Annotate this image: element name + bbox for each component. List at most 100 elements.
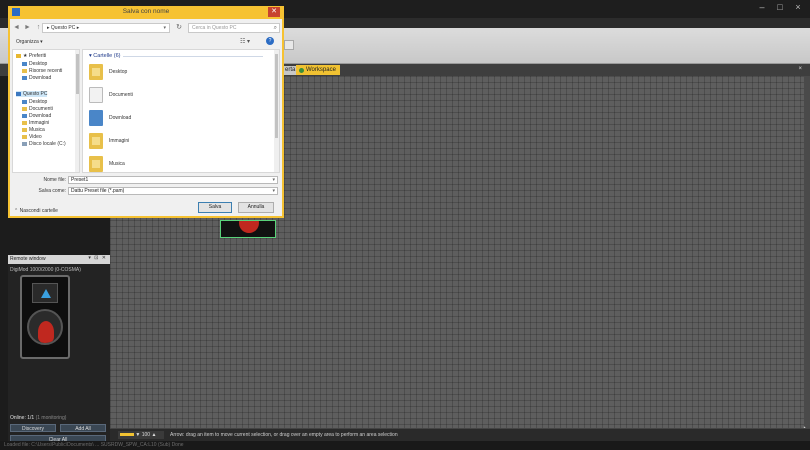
remote-window-header: Remote window ▾ ⊡ ✕: [8, 255, 110, 264]
search-placeholder: Cerca in Questo PC: [192, 25, 237, 31]
dialog-close-button[interactable]: ✕: [268, 7, 280, 17]
folder-icon: [22, 128, 27, 132]
monitoring-count: (1 monitoring): [35, 415, 67, 421]
filetype-label: Salva come:: [38, 188, 66, 194]
nav-music[interactable]: Musica: [22, 127, 45, 133]
workspace-status-icon: [299, 67, 304, 73]
online-count: Online: 1/1: [10, 415, 35, 421]
desktop-icon: [22, 62, 27, 66]
help-icon[interactable]: ?: [266, 37, 274, 45]
content-scrollbar-thumb[interactable]: [275, 54, 278, 138]
online-status: Online: 1/1 (1 monitoring): [10, 415, 66, 421]
nav-pc-download[interactable]: Download: [22, 113, 51, 119]
pictures-folder-icon: [89, 133, 103, 149]
nav-desktop[interactable]: Desktop: [22, 61, 47, 67]
screen: – □ × erta Workspace × ◔ Remote window ▾…: [0, 0, 810, 450]
nav-pc-desktop[interactable]: Desktop: [22, 99, 47, 105]
filename-label: Nome file:: [43, 177, 66, 183]
woofer-red-cone: [38, 321, 54, 343]
window-controls: – □ ×: [756, 2, 804, 12]
dialog-body: ◄ ► ↑ ▸ Questo PC ▸ ▾ ↻ Cerca in Questo …: [10, 19, 282, 216]
documents-folder-icon: [89, 87, 103, 103]
search-input[interactable]: Cerca in Questo PC ⌕: [188, 23, 280, 33]
address-row: ◄ ► ↑ ▸ Questo PC ▸ ▾ ↻ Cerca in Questo …: [12, 22, 280, 34]
zoom-label: ▼ 100 ▲: [135, 432, 157, 438]
workspace-scrollbar[interactable]: [804, 76, 810, 428]
nav-video[interactable]: Video: [22, 134, 42, 140]
workspace-device[interactable]: [220, 220, 276, 238]
group-divider: [123, 56, 263, 57]
tabstrip-close-icon[interactable]: ×: [798, 66, 802, 72]
folder-item[interactable]: Download: [89, 110, 189, 128]
command-bar: Organizza ▾ ☷ ▾ ?: [12, 37, 280, 47]
folder-icon: [22, 107, 27, 111]
status-text: Loaded file: C:\Users\Public\Documents\ …: [4, 442, 184, 448]
hide-folders-toggle[interactable]: ⌃ Nascondi cartelle: [14, 208, 58, 214]
remote-window-controls[interactable]: ▾ ⊡ ✕: [88, 255, 107, 261]
nav-download[interactable]: Download: [22, 75, 51, 81]
save-button[interactable]: Salva: [198, 202, 232, 213]
address-path: ▸ Questo PC ▸: [47, 25, 80, 31]
cancel-button[interactable]: Annulla: [238, 202, 274, 213]
remote-window-panel: Remote window ▾ ⊡ ✕ DigiMod 1000/2000 (0…: [8, 255, 110, 450]
zoom-controls[interactable]: ▼ 100 ▲: [118, 431, 164, 439]
filename-input[interactable]: Preset1 ▾: [68, 176, 278, 184]
maximize-button[interactable]: □: [774, 2, 786, 12]
search-icon: ⌕: [273, 25, 277, 31]
close-app-button[interactable]: ×: [792, 2, 804, 12]
tweeter-arrow-icon: [41, 289, 51, 298]
discovery-button[interactable]: Discovery: [10, 424, 56, 432]
music-folder-icon: [89, 156, 103, 172]
woofer-icon: [27, 309, 63, 345]
nav-scrollbar-thumb[interactable]: [76, 54, 79, 94]
nav-local-disk[interactable]: Disco locale (C:): [22, 141, 66, 147]
add-all-button[interactable]: Add All: [60, 424, 106, 432]
remote-window-title: Remote window: [10, 256, 46, 262]
organize-menu[interactable]: Organizza ▾: [16, 39, 43, 45]
folders-group-header[interactable]: ▾ Cartelle (6): [89, 53, 121, 59]
navigation-pane: ★ Preferiti Desktop Risorse recenti Down…: [12, 49, 80, 173]
folder-icon: [22, 135, 27, 139]
chevron-down-icon[interactable]: ▾: [272, 188, 275, 194]
forward-arrow-icon[interactable]: ►: [23, 23, 32, 32]
computer-icon: [16, 92, 21, 96]
save-as-dialog: Salva con nome ✕ ◄ ► ↑ ▸ Questo PC ▸ ▾ ↻…: [8, 6, 284, 218]
star-icon: [16, 54, 21, 58]
folder-icon: [22, 121, 27, 125]
zoom-bar-icon: [120, 433, 134, 437]
device-woofer-icon: [239, 221, 259, 233]
tab-workspace[interactable]: Workspace: [296, 65, 340, 75]
filetype-select[interactable]: Dattu Preset file (*.pam) ▾: [68, 187, 278, 195]
download-icon: [22, 76, 27, 80]
folder-item[interactable]: Documenti: [89, 87, 189, 105]
hint-text: Arrow: drag an item to move current sele…: [170, 432, 398, 438]
nav-pictures[interactable]: Immagini: [22, 120, 49, 126]
toolbar-button[interactable]: [284, 40, 294, 50]
chevron-down-icon[interactable]: ▾: [163, 24, 166, 32]
address-bar[interactable]: ▸ Questo PC ▸ ▾: [42, 23, 170, 33]
folder-item[interactable]: Musica: [89, 156, 189, 172]
device-name-label: DigiMod 1000/2000 (0-COSMA): [10, 267, 81, 273]
nav-recent[interactable]: Risorse recenti: [22, 68, 62, 74]
status-bar: Loaded file: C:\Users\Public\Documents\ …: [0, 441, 810, 450]
nav-this-pc[interactable]: Questo PC: [16, 91, 48, 97]
nav-favorites[interactable]: ★ Preferiti: [16, 53, 46, 59]
folder-content-pane: ▾ Cartelle (6) Desktop Documenti Downloa…: [82, 49, 280, 173]
folder-item[interactable]: Desktop: [89, 64, 189, 82]
refresh-icon[interactable]: ↻: [174, 23, 184, 33]
tab-workspace-label: Workspace: [306, 67, 336, 73]
drive-icon: [22, 142, 27, 146]
recent-icon: [22, 69, 27, 73]
back-arrow-icon[interactable]: ◄: [12, 23, 21, 32]
download-icon: [22, 114, 27, 118]
download-folder-icon: [89, 110, 103, 126]
folder-item[interactable]: Immagini: [89, 133, 189, 151]
desktop-icon: [22, 100, 27, 104]
chevron-down-icon[interactable]: ▾: [272, 177, 275, 183]
view-options-icon[interactable]: ☷ ▾: [240, 38, 250, 45]
tweeter-horn-icon: [32, 283, 58, 303]
speaker-device-icon[interactable]: [20, 275, 70, 359]
nav-documents[interactable]: Documenti: [22, 106, 53, 112]
desktop-folder-icon: [89, 64, 103, 80]
minimize-button[interactable]: –: [756, 2, 768, 12]
